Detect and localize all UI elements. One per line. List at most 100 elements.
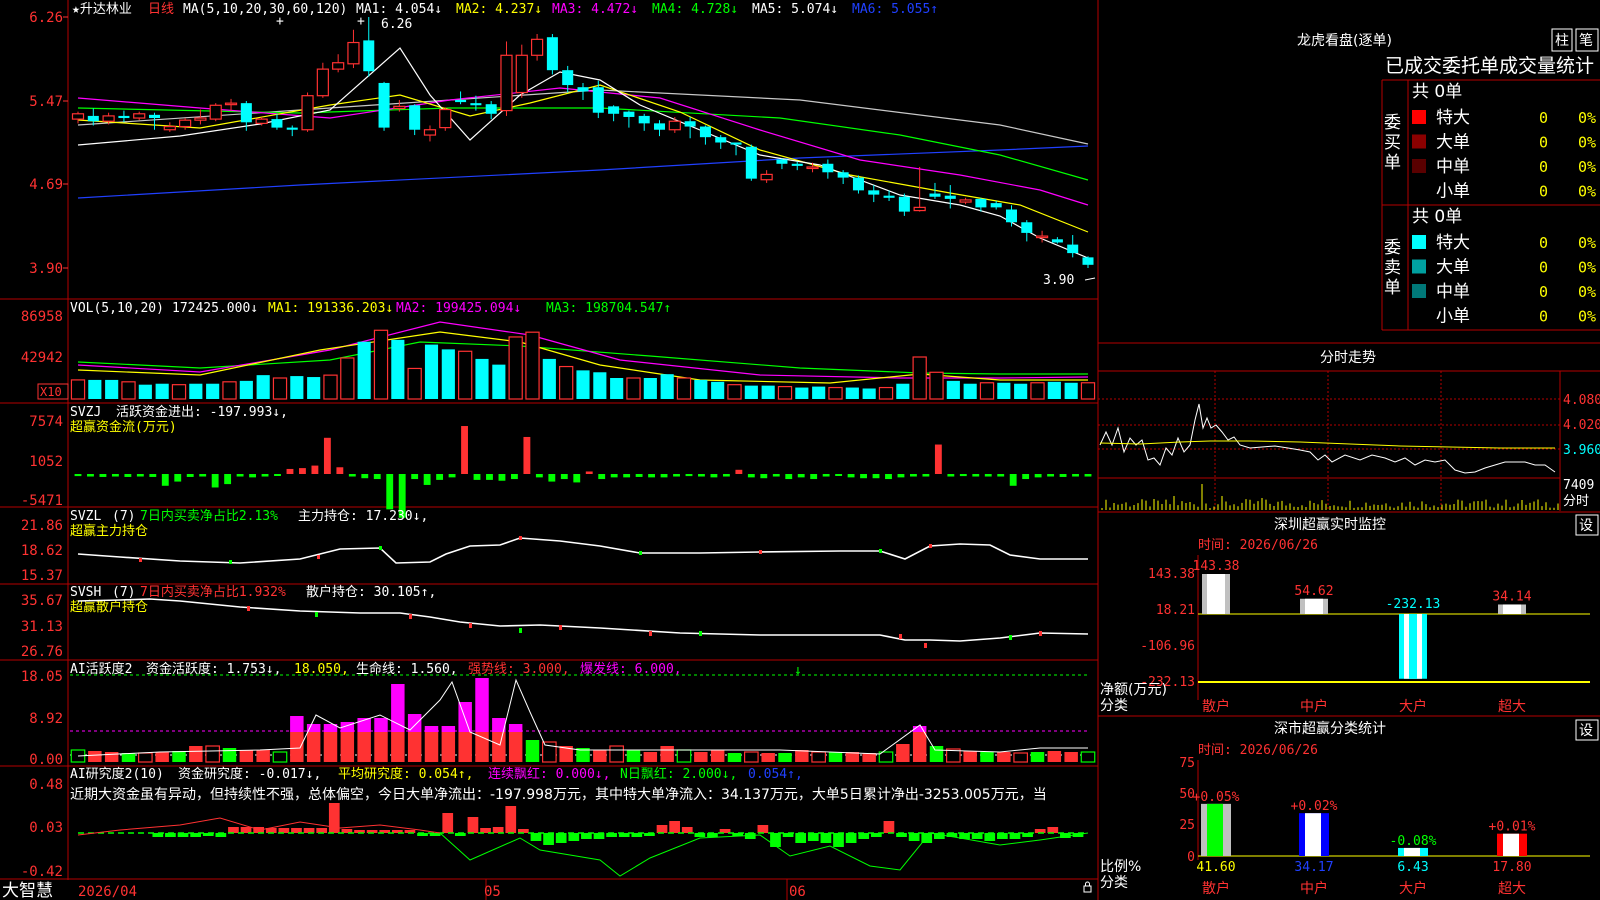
- lock-icon[interactable]: [1083, 885, 1092, 893]
- monitor-bar-highlight: [1207, 574, 1225, 614]
- order-color-swatch: [1412, 159, 1426, 173]
- svzj-bar-outflow: [486, 474, 493, 480]
- order-color-swatch: [1412, 110, 1426, 124]
- candle-body-down: [608, 106, 620, 114]
- research-bar-down: [997, 833, 1008, 839]
- monitor-bar-value: 54.62: [1294, 584, 1333, 599]
- ai-activity-bar-base: [391, 732, 405, 762]
- volume-bar-up: [559, 365, 574, 400]
- ai-research-red-days: N日飘红: 2.000↓,: [620, 766, 737, 782]
- low-price-marker: 3.90: [1043, 273, 1074, 288]
- volume-bar-down: [1047, 381, 1061, 399]
- svsh-marker: [469, 623, 472, 628]
- ai-activity-bar: [660, 746, 674, 762]
- volume-bar-down: [206, 383, 220, 399]
- buy-order-rows: 特大 0 0% 大单 0 0% 中单 0 0% 小单 0 0%: [1412, 108, 1596, 202]
- svzj-bar-outflow: [573, 474, 581, 483]
- svzj-panel[interactable]: SVZJ 活跃资金进出: -197.993↓, 超赢资金流(万元) 7574 1…: [21, 404, 1092, 518]
- svzj-bar-outflow: [872, 474, 880, 479]
- volume-bar-down: [643, 378, 657, 399]
- volume-bar-up: [525, 331, 540, 400]
- ai-activity-bar: [963, 751, 977, 762]
- stats-category-label: 散户: [1202, 880, 1230, 897]
- svzj-bar-inflow: [336, 467, 344, 474]
- svzj-bar-outflow: [74, 474, 82, 477]
- monitor-bar-0: 143.38 散户: [1193, 559, 1240, 715]
- candle-body-down: [286, 127, 298, 130]
- vol-ma-magenta: [77, 321, 1089, 379]
- sz-realtime-monitor[interactable]: 深圳超赢实时监控 设 时间: 2026/06/26 143.38 18.21 -…: [1100, 514, 1599, 715]
- monitor-x-title: 分类: [1100, 698, 1128, 714]
- ai-activity-bar-hollow: [1013, 752, 1029, 763]
- bar-mode-button[interactable]: 柱: [1555, 33, 1569, 49]
- svzl-marker: [879, 549, 882, 553]
- monitor-bar-core: [1409, 614, 1417, 679]
- volume-panel[interactable]: VOL(5,10,20) 172425.000↓ MA1: 191336.203…: [21, 301, 1096, 400]
- svzj-bar-outflow: [423, 474, 431, 485]
- ai-commentary: 近期大资金虽有异动，但持续性不强，总体偏空，今日大单净流出：-197.998万元…: [70, 786, 1047, 803]
- svzj-title: SVZJ: [70, 405, 101, 420]
- svzj-bar-inflow: [323, 437, 331, 474]
- stats-bar-value: 41.60: [1196, 860, 1235, 875]
- x-label-april: 2026/04: [78, 884, 137, 900]
- moving-average-lines: [77, 47, 1089, 259]
- svzj-tick-3: -5471: [21, 493, 63, 509]
- candle-body-down: [699, 126, 711, 138]
- volume-bar-down: [795, 387, 809, 399]
- candle-body-down: [378, 82, 390, 128]
- svsh-marker: [699, 631, 702, 636]
- ai-research-panel[interactable]: AI研究度2(10) 资金研究度: -0.017↓, 平均研究度: 0.054↑…: [21, 766, 1089, 880]
- research-bar-up: [883, 821, 895, 833]
- intraday-tick-3: 3.960: [1563, 443, 1600, 458]
- candle-body-down: [868, 190, 880, 195]
- candle-body-down: [990, 203, 1002, 208]
- ai-activity-line: [77, 678, 1088, 757]
- stats-settings-button[interactable]: 设: [1579, 723, 1593, 739]
- svzj-bar-inflow: [299, 468, 306, 474]
- svsh-panel[interactable]: SVSH (7) 7日内买卖净占比1.932% 散户持仓: 30.105↑, 超…: [21, 584, 1089, 660]
- volume-bar-down: [593, 372, 607, 399]
- research-bar-down: [833, 833, 844, 847]
- candle-body-up: [179, 119, 192, 128]
- stats-bar-value: 6.43: [1397, 860, 1428, 875]
- volume-bar-down: [711, 381, 725, 399]
- ai-activity-bars: [70, 678, 1096, 763]
- research-bar-up: [442, 813, 454, 833]
- svzj-bar-outflow: [685, 474, 693, 477]
- ai-activity-bar: [121, 753, 136, 762]
- tick-mode-button[interactable]: 笔: [1579, 33, 1593, 49]
- svzl-marker: [139, 558, 142, 562]
- ai-activity-bar-burst: [290, 716, 304, 732]
- order-row-sell-2: 中单 0 0%: [1412, 282, 1596, 302]
- buy-side-char-2: 买: [1384, 133, 1401, 153]
- ai-activity-bar: [778, 753, 792, 762]
- stats-bar-value: 17.80: [1492, 860, 1531, 875]
- intraday-panel[interactable]: 分时走势 4.080 4.020 3.960 7409 分时: [1098, 350, 1600, 511]
- stats-x-title: 分类: [1100, 875, 1128, 891]
- volume-bar-down: [189, 383, 203, 399]
- svzl-panel[interactable]: SVZL (7) 7日内买卖净占比2.13% 主力持仓: 17.230↓, 超赢…: [21, 508, 1088, 584]
- order-percent: 0%: [1578, 234, 1596, 252]
- price-panel[interactable]: ★升达林业 日线 MA(5,10,20,30,60,120) MA1: 4.05…: [29, 2, 1096, 288]
- ai-activity-bar-base: [357, 732, 371, 762]
- order-count: 0: [1539, 134, 1548, 152]
- sz-category-stats[interactable]: 深市超赢分类统计 设 时间: 2026/06/26 75 50 25 0 比例%…: [1100, 719, 1599, 897]
- monitor-settings-button[interactable]: 设: [1579, 518, 1593, 534]
- volume-bar-up: [626, 377, 641, 400]
- candle-body-down: [791, 163, 803, 166]
- svsh-tick-2: 31.13: [21, 619, 63, 635]
- order-statistics-panel: 龙虎看盘(逐单) 柱 笔 已成交委托单成交量统计 委 买 单 共 0单 特大 0 0…: [1297, 28, 1599, 327]
- ma4-label: MA4: 4.728↓: [652, 2, 738, 17]
- period-label[interactable]: 日线: [148, 2, 174, 17]
- candle-body-down: [87, 115, 99, 122]
- stats-bar-highlight: [1404, 847, 1420, 856]
- svzj-bar-outflow: [1084, 474, 1092, 477]
- volume-bar-up: [979, 382, 995, 400]
- ai-activity-bar-base: [323, 732, 338, 762]
- order-count: 0: [1539, 109, 1548, 127]
- svzj-bar-outflow: [224, 474, 232, 485]
- ai-activity-bar: [997, 752, 1011, 762]
- research-bar-down: [971, 833, 983, 839]
- candle-body-down: [852, 177, 864, 191]
- ai-activity-panel[interactable]: AI活跃度2 资金活跃度: 1.753↓, 18.050, 生命线: 1.560…: [21, 661, 1096, 768]
